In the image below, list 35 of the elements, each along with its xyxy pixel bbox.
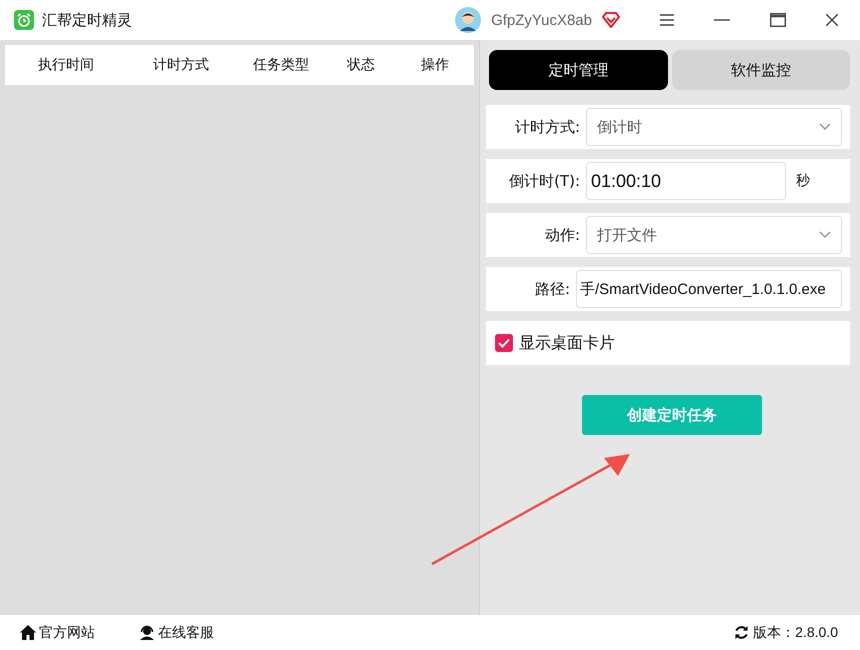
tab[interactable]: 软件监控	[672, 50, 850, 90]
avatar-icon[interactable]	[455, 7, 482, 33]
headset-icon	[139, 625, 155, 640]
column-header: 任务类型	[252, 56, 310, 74]
tab[interactable]: 定时管理	[489, 50, 668, 90]
refresh-icon	[734, 625, 750, 640]
field-label: 路径:	[534, 280, 570, 298]
alarm-clock-icon	[14, 10, 34, 30]
field-label: 动作:	[544, 226, 580, 244]
footer-link[interactable]: 在线客服	[139, 624, 214, 642]
chevron-down-icon	[819, 123, 831, 131]
field-label: 计时方式:	[514, 118, 580, 136]
maximize-icon[interactable]	[770, 13, 786, 27]
field-label: 倒计时(T):	[508, 172, 580, 190]
column-header: 操作	[420, 56, 450, 74]
checkbox-label: 显示桌面卡片	[519, 332, 615, 354]
path-input[interactable]: 手/SmartVideoConverter_1.0.1.0.exe	[576, 270, 842, 308]
diamond-icon[interactable]	[602, 12, 620, 28]
username: GfpZyYucX8ab	[491, 12, 592, 28]
unit-label: 秒	[796, 172, 810, 190]
menu-icon[interactable]	[660, 14, 674, 26]
dropdown[interactable]: 倒计时	[586, 108, 842, 146]
minimize-icon[interactable]	[714, 19, 730, 21]
version-label: 版本：2.8.0.0	[753, 624, 838, 642]
dropdown[interactable]: 打开文件	[586, 216, 842, 254]
window-title: 汇帮定时精灵	[42, 10, 132, 30]
footer-link[interactable]: 官方网站	[20, 624, 95, 642]
column-header: 执行时间	[37, 56, 95, 74]
chevron-down-icon	[819, 231, 831, 239]
column-header: 状态	[346, 56, 376, 74]
column-header: 计时方式	[152, 56, 210, 74]
checkbox[interactable]	[495, 334, 513, 352]
close-icon[interactable]	[826, 14, 838, 26]
time-input[interactable]: 01:00:10	[586, 162, 786, 200]
home-icon	[20, 625, 36, 640]
